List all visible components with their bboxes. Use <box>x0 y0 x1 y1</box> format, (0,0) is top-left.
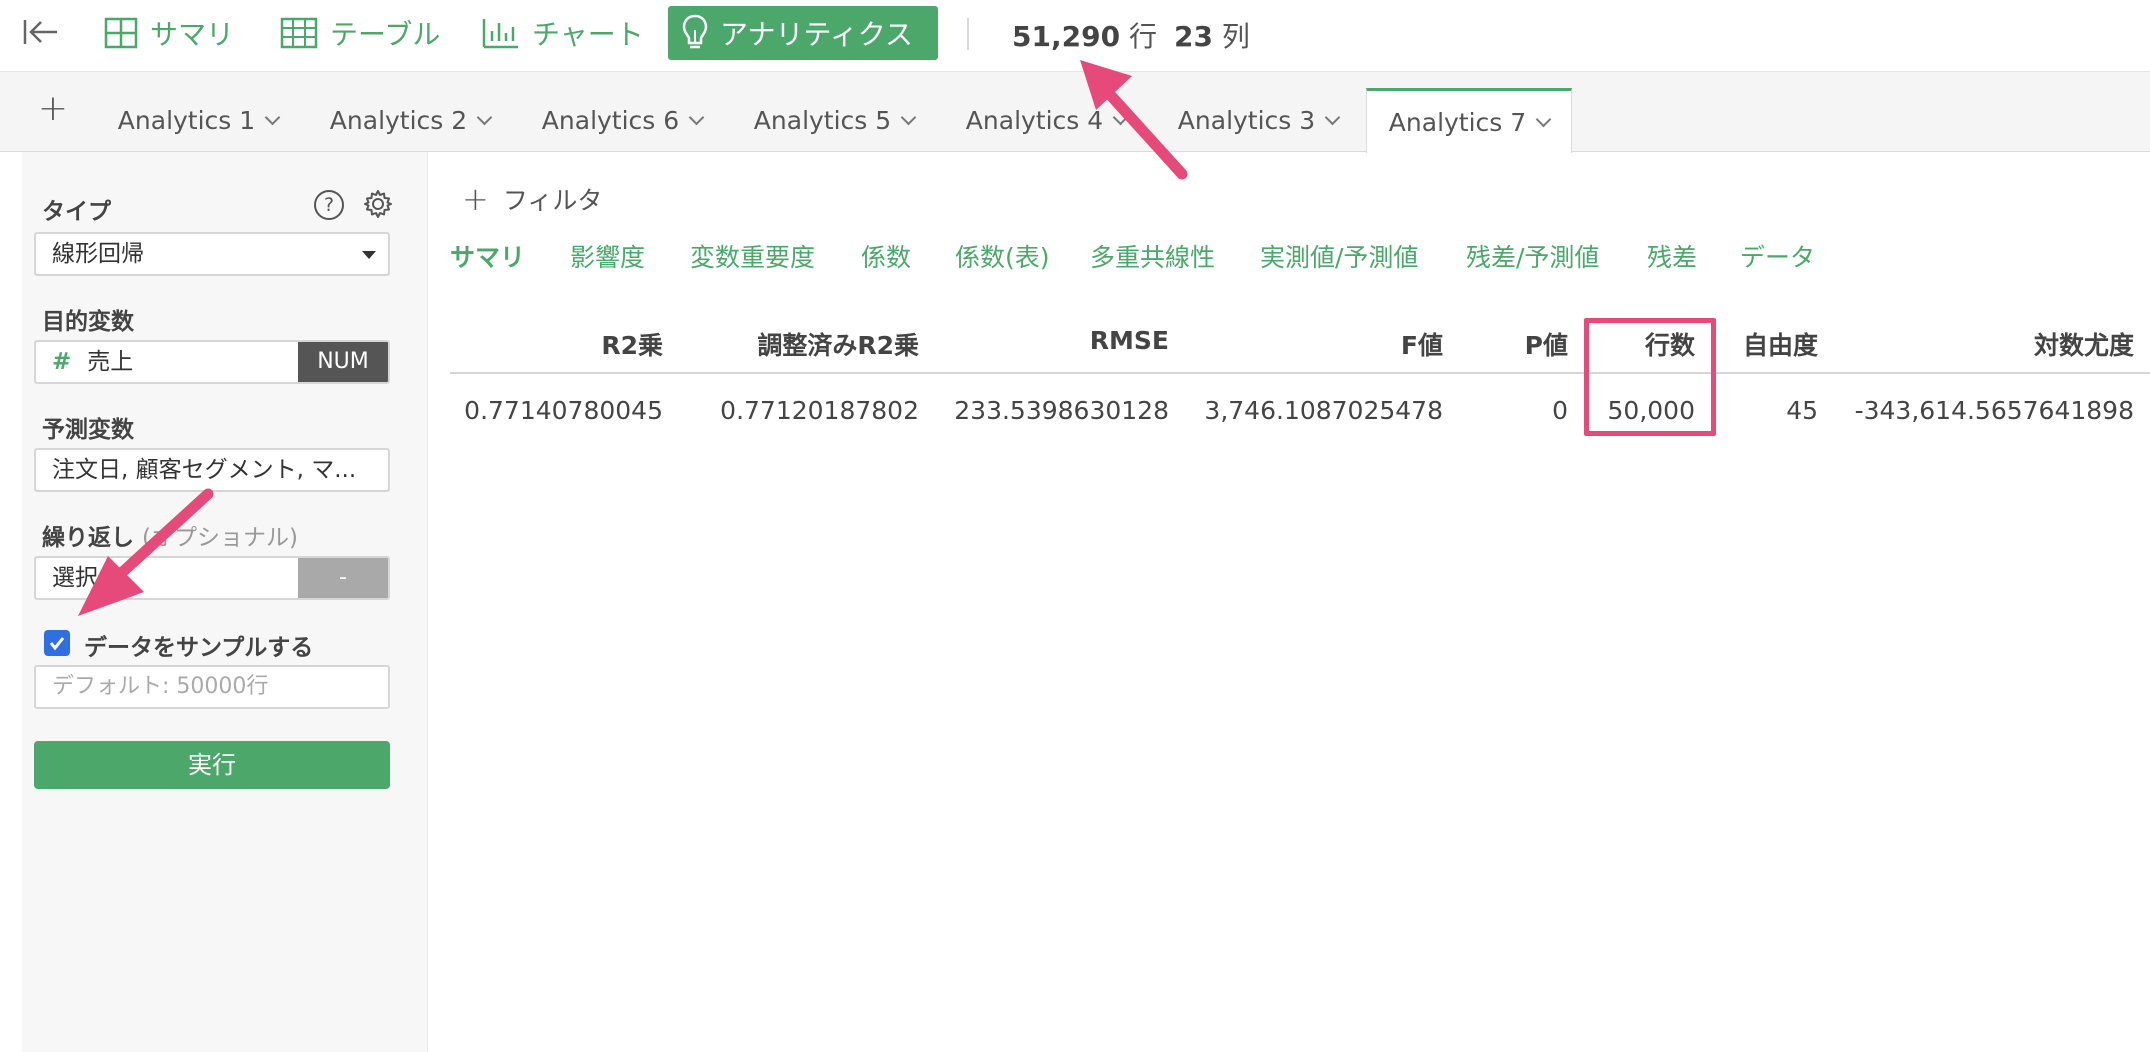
view-analytics-button[interactable]: アナリティクス <box>668 6 938 60</box>
column-header: 調整済みR2乗 <box>757 331 919 360</box>
table-cell: 0 <box>1552 396 1568 425</box>
collapse-sidebar-icon[interactable] <box>20 14 62 50</box>
column-header: R2乗 <box>601 331 663 360</box>
subtab-influence[interactable]: 影響度 <box>570 238 645 274</box>
tab-label: Analytics 3 <box>1177 105 1316 135</box>
predictor-variables-label: 予測変数 <box>42 417 134 443</box>
gear-icon[interactable] <box>362 188 394 220</box>
table-cell: 0.77120187802 <box>720 396 919 425</box>
view-summary-button[interactable]: サマリ <box>90 6 248 60</box>
chevron-down-icon <box>1535 111 1552 127</box>
column-header: 自由度 <box>1742 331 1818 360</box>
tab-label: Analytics 6 <box>541 105 680 135</box>
target-variable-label: 目的変数 <box>42 309 134 335</box>
column-header: 対数尤度 <box>2033 331 2134 360</box>
numeric-type-icon: # <box>52 349 72 375</box>
column-count: 23 列 <box>1174 15 1250 55</box>
tab-label: Analytics 7 <box>1388 107 1527 137</box>
subtab-coefficients[interactable]: 係数 <box>861 238 911 274</box>
repeat-label: 繰り返し (オプショナル) <box>42 518 298 552</box>
subtab-residuals[interactable]: 残差 <box>1647 238 1697 274</box>
subtab-multicollinearity[interactable]: 多重共線性 <box>1090 238 1215 274</box>
sample-data-label: データをサンプルする <box>84 635 314 661</box>
tab-label: Analytics 1 <box>117 105 256 135</box>
tab-analytics-6[interactable]: Analytics 6 <box>536 88 708 152</box>
column-count-unit: 列 <box>1221 20 1250 53</box>
table-cell: 0.77140780045 <box>464 396 663 425</box>
tab-analytics-1[interactable]: Analytics 1 <box>112 88 284 152</box>
subtab-actual-vs-predicted[interactable]: 実測値/予測値 <box>1260 238 1418 274</box>
predictor-variables-field[interactable]: 注文日, 顧客セグメント, マ... <box>34 448 390 492</box>
chevron-down-icon <box>264 109 281 125</box>
tab-label: Analytics 4 <box>965 105 1104 135</box>
repeat-label-text: 繰り返し <box>42 525 134 551</box>
settings-panel: タイプ ? 線形回帰 目的変数 # 売上 NUM 予測変数 注文日, 顧客セグメン… <box>22 152 428 1052</box>
filter-button[interactable]: + フィルタ <box>462 180 602 218</box>
view-chart-label: チャート <box>532 18 644 51</box>
repeat-value: 選択 <box>52 565 98 591</box>
result-subtabs: サマリ 影響度 変数重要度 係数 係数(表) 多重共線性 実測値/予測値 残差/… <box>0 238 2150 278</box>
predictor-variables-value: 注文日, 顧客セグメント, マ... <box>52 457 357 483</box>
repeat-optional-text: (オプショナル) <box>142 525 298 551</box>
tab-analytics-2[interactable]: Analytics 2 <box>324 88 496 152</box>
subtab-coefficients-table[interactable]: 係数(表) <box>955 238 1050 274</box>
tab-label: Analytics 5 <box>753 105 892 135</box>
column-header: F値 <box>1400 331 1443 360</box>
tab-label: Analytics 2 <box>329 105 468 135</box>
table-cell: -343,614.5657641898 <box>1854 396 2134 425</box>
subtab-variable-importance[interactable]: 変数重要度 <box>690 238 815 274</box>
grid-icon <box>104 17 138 49</box>
repeat-clear-button[interactable]: - <box>298 558 388 598</box>
chevron-down-icon <box>900 109 917 125</box>
view-analytics-label: アナリティクス <box>720 18 913 51</box>
view-summary-label: サマリ <box>150 18 235 51</box>
target-variable-field[interactable]: # 売上 NUM <box>34 340 390 384</box>
toolbar-divider <box>967 18 969 50</box>
analytics-tab-strip: + Analytics 1 Analytics 2 Analytics 6 An… <box>0 72 2150 153</box>
checkmark-icon <box>49 637 65 651</box>
table-cell: 45 <box>1786 396 1818 425</box>
column-header: P値 <box>1524 331 1568 360</box>
column-count-value: 23 <box>1174 20 1213 53</box>
chevron-down-icon <box>476 109 493 125</box>
table-header-divider <box>450 372 2150 374</box>
column-header: RMSE <box>1089 326 1169 355</box>
subtab-data[interactable]: データ <box>1740 238 1815 274</box>
lightbulb-icon <box>682 14 708 49</box>
chevron-down-icon <box>1112 109 1129 125</box>
row-count: 51,290 行 <box>1012 15 1157 55</box>
type-label: タイプ <box>42 199 111 225</box>
view-table-button[interactable]: テーブル <box>266 6 454 60</box>
target-variable-value: 売上 <box>87 349 134 375</box>
table-cell: 233.5398630128 <box>954 396 1169 425</box>
sample-size-placeholder: デフォルト: 50000行 <box>52 674 269 699</box>
column-header: 行数 <box>1644 331 1695 360</box>
subtab-residual-vs-predicted[interactable]: 残差/予測値 <box>1466 238 1599 274</box>
table-icon <box>280 17 318 49</box>
tab-analytics-7[interactable]: Analytics 7 <box>1366 88 1572 153</box>
run-button[interactable]: 実行 <box>34 741 390 789</box>
add-tab-button[interactable]: + <box>36 91 70 128</box>
plus-icon: + <box>462 180 489 218</box>
chevron-down-icon <box>688 109 705 125</box>
view-chart-button[interactable]: チャート <box>468 6 658 60</box>
sample-data-checkbox[interactable] <box>44 630 70 656</box>
row-count-value: 51,290 <box>1012 20 1121 53</box>
repeat-select[interactable]: 選択 - <box>34 556 390 600</box>
row-count-unit: 行 <box>1128 20 1157 53</box>
tab-analytics-3[interactable]: Analytics 3 <box>1172 88 1344 152</box>
filter-label: フィルタ <box>502 186 603 215</box>
table-cell: 3,746.1087025478 <box>1204 396 1443 425</box>
view-table-label: テーブル <box>330 18 441 51</box>
subtab-summary[interactable]: サマリ <box>450 238 525 274</box>
top-toolbar: サマリ テーブル チャート アナリティクス 51,290 行 23 列 <box>0 0 2150 72</box>
chevron-down-icon <box>1324 109 1341 125</box>
num-badge: NUM <box>298 342 388 382</box>
tab-analytics-4[interactable]: Analytics 4 <box>960 88 1132 152</box>
bar-chart-icon <box>482 19 518 49</box>
sample-size-input[interactable]: デフォルト: 50000行 <box>34 665 390 709</box>
tab-analytics-5[interactable]: Analytics 5 <box>748 88 920 152</box>
help-icon[interactable]: ? <box>314 190 344 220</box>
table-cell: 50,000 <box>1607 396 1695 425</box>
